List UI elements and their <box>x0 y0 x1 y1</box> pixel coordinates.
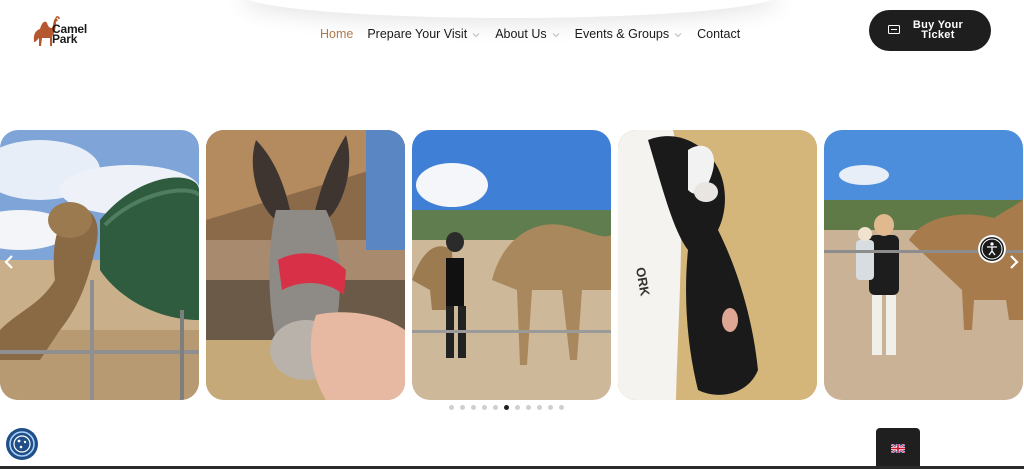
chevron-down-icon <box>472 32 480 37</box>
nav-label: Events & Groups <box>574 27 670 41</box>
carousel-dot[interactable] <box>515 405 520 410</box>
cookie-settings-icon <box>9 431 35 457</box>
chevron-right-icon[interactable] <box>1007 253 1021 271</box>
accessibility-button[interactable] <box>978 235 1006 263</box>
nav-label: Prepare Your Visit <box>367 27 468 41</box>
accessibility-icon <box>981 238 1003 260</box>
slide-image-baby-goat: ORK <box>618 130 817 400</box>
chevron-down-icon <box>674 32 682 37</box>
nav-label: About Us <box>495 27 547 41</box>
buy-ticket-label: Buy Your Ticket <box>907 20 969 41</box>
gallery-slide[interactable]: ORK <box>618 130 817 400</box>
nav-item-about-us[interactable]: About Us <box>495 27 560 41</box>
slide-image-camel-trough <box>0 130 199 400</box>
chevron-down-icon <box>552 32 559 37</box>
slide-image-donkey <box>206 130 405 400</box>
header-shadow <box>240 0 780 18</box>
photo-carousel: ORK <box>0 130 1024 400</box>
carousel-dot[interactable] <box>559 405 564 410</box>
carousel-pagination <box>449 405 564 410</box>
language-switcher-button[interactable] <box>876 428 920 469</box>
carousel-dot[interactable] <box>493 405 498 410</box>
gallery-slide[interactable] <box>0 130 199 400</box>
slide-image-family-camel <box>824 130 1023 400</box>
carousel-dot[interactable] <box>482 405 487 410</box>
carousel-dot[interactable] <box>504 405 509 410</box>
carousel-dot[interactable] <box>449 405 454 410</box>
cookie-settings-button[interactable] <box>6 428 38 460</box>
gallery-slide[interactable] <box>412 130 611 400</box>
carousel-dot[interactable] <box>471 405 476 410</box>
nav-item-prepare-your-visit[interactable]: Prepare Your Visit <box>367 27 481 41</box>
carousel-dot[interactable] <box>526 405 531 410</box>
uk-flag-icon <box>891 444 905 453</box>
nav-label: Home <box>320 27 354 41</box>
nav-item-contact[interactable]: Contact <box>697 27 740 41</box>
carousel-dot[interactable] <box>548 405 553 410</box>
gallery-slide[interactable] <box>206 130 405 400</box>
chevron-left-icon[interactable] <box>2 253 16 271</box>
buy-ticket-line-2: Ticket <box>921 29 955 41</box>
carousel-dot[interactable] <box>460 405 465 410</box>
buy-ticket-button[interactable]: Buy Your Ticket <box>869 10 991 51</box>
gallery-slide[interactable] <box>824 130 1023 400</box>
carousel-dot[interactable] <box>537 405 542 410</box>
nav-item-events-groups[interactable]: Events & Groups <box>575 27 684 41</box>
main-nav: Home Prepare Your Visit About Us Events … <box>320 27 754 41</box>
nav-item-home[interactable]: Home <box>320 27 353 41</box>
logo-wordmark: Camel Park <box>52 23 87 45</box>
camel-park-logo[interactable]: Camel Park <box>30 12 104 52</box>
nav-label: Contact <box>697 27 741 41</box>
ticket-icon <box>888 25 900 34</box>
slide-image-visitor-camels <box>412 130 611 400</box>
site-header: Camel Park Home Prepare Your Visit About… <box>0 0 1024 70</box>
